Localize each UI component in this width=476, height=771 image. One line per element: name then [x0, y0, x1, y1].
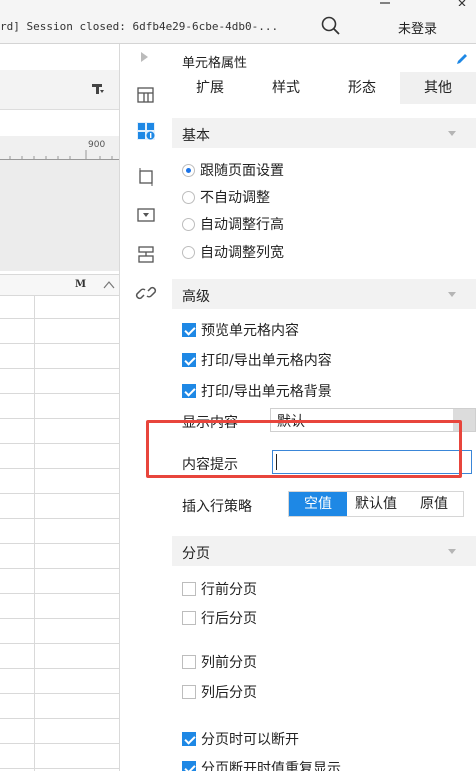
checkbox[interactable]: [182, 685, 196, 699]
check-print-cell-background[interactable]: 打印/导出单元格背景: [182, 381, 332, 401]
checkbox-label: 列后分页: [201, 685, 257, 701]
cell-grid[interactable]: [0, 296, 120, 771]
ruler-ticks: [0, 150, 119, 160]
check-repeat-value-on-break[interactable]: 分页断开时值重复显示: [182, 758, 341, 771]
cell-element-icon[interactable]: [135, 84, 157, 106]
tooltip-label: 内容提示: [182, 457, 238, 473]
insert-policy-empty[interactable]: 空值: [289, 492, 347, 516]
cell-attributes-icon[interactable]: [135, 120, 157, 142]
minimize-icon[interactable]: [378, 0, 392, 6]
checkbox[interactable]: [182, 582, 196, 596]
condition-attributes-icon[interactable]: [135, 244, 157, 266]
session-status-text: rd] Session closed: 6dfb4e29-6cbe-4db0-.…: [0, 20, 279, 33]
checkbox-label: 打印/导出单元格内容: [201, 353, 332, 369]
checkbox-label: 分页时可以断开: [201, 732, 299, 748]
dropdown-widget-icon[interactable]: [135, 204, 157, 226]
checkbox-label: 列前分页: [201, 655, 257, 671]
radio-indicator[interactable]: [182, 246, 195, 259]
search-icon[interactable]: [320, 15, 342, 37]
radio-no-auto-adjust[interactable]: 不自动调整: [182, 187, 270, 207]
display-content-label: 显示内容: [182, 415, 238, 431]
check-preview-cell-content[interactable]: 预览单元格内容: [182, 320, 299, 340]
section-advanced-label: 高级: [182, 289, 210, 305]
column-header: M: [0, 274, 119, 296]
tab-style[interactable]: 样式: [248, 72, 324, 104]
section-basic-header[interactable]: 基本: [172, 118, 476, 148]
sheet-area: 900 M: [0, 44, 120, 771]
checkbox[interactable]: [182, 353, 196, 367]
check-page-break-before-row[interactable]: 行前分页: [182, 579, 257, 599]
panel-tabs: 扩展 样式 形态 其他: [172, 72, 476, 104]
check-allow-break-on-page[interactable]: 分页时可以断开: [182, 729, 299, 749]
tab-form[interactable]: 形态: [324, 72, 400, 104]
radio-indicator[interactable]: [182, 164, 195, 177]
tooltip-input[interactable]: [272, 450, 472, 474]
checkbox-label: 行后分页: [201, 611, 257, 627]
section-basic-label: 基本: [182, 128, 210, 144]
insert-policy-default[interactable]: 默认值: [347, 492, 405, 516]
checkbox[interactable]: [182, 611, 196, 625]
chevron-down-icon: [448, 131, 456, 136]
radio-label: 自动调整列宽: [200, 245, 284, 261]
display-content-select[interactable]: 默认: [270, 408, 476, 432]
radio-indicator[interactable]: [182, 218, 195, 231]
cell-properties-panel: 单元格属性 扩展 样式 形态 其他 基本 跟随页面设置 不自动调整 自动调整行高…: [172, 44, 476, 771]
checkbox-label: 分页断开时值重复显示: [201, 761, 341, 771]
section-paging-header[interactable]: 分页: [172, 536, 476, 566]
radio-label: 自动调整行高: [200, 217, 284, 233]
hyperlink-icon[interactable]: [135, 282, 157, 304]
tab-extend[interactable]: 扩展: [172, 72, 248, 104]
title-bar: rd] Session closed: 6dfb4e29-6cbe-4db0-.…: [0, 0, 476, 44]
ruler-number: 900: [88, 140, 106, 150]
display-content-value: 默认: [277, 414, 305, 430]
checkbox[interactable]: [182, 732, 196, 746]
checkbox-label: 行前分页: [201, 582, 257, 598]
text-cursor: [276, 454, 277, 470]
checkbox[interactable]: [182, 655, 196, 669]
login-status-label[interactable]: 未登录: [398, 18, 437, 37]
check-print-cell-content[interactable]: 打印/导出单元格内容: [182, 350, 332, 370]
ruler-area: 900: [0, 136, 119, 271]
panel-icon-strip: [120, 44, 172, 771]
format-painter-icon[interactable]: [92, 84, 104, 94]
insert-policy-original[interactable]: 原值: [405, 492, 463, 516]
ruler: 900: [0, 136, 119, 160]
radio-indicator[interactable]: [182, 191, 195, 204]
checkbox[interactable]: [182, 761, 196, 771]
chevron-down-icon: [448, 549, 456, 554]
checkbox[interactable]: [182, 323, 196, 337]
radio-follow-page[interactable]: 跟随页面设置: [182, 160, 284, 180]
widget-frame-icon[interactable]: [135, 166, 157, 188]
radio-label: 跟随页面设置: [200, 163, 284, 179]
radio-auto-row-height[interactable]: 自动调整行高: [182, 214, 284, 234]
check-page-break-before-column[interactable]: 列前分页: [182, 652, 257, 672]
checkbox-label: 打印/导出单元格背景: [201, 384, 332, 400]
section-advanced-header[interactable]: 高级: [172, 279, 476, 309]
section-paging-label: 分页: [182, 546, 210, 562]
edit-icon[interactable]: [455, 52, 469, 66]
radio-label: 不自动调整: [200, 190, 270, 206]
expand-panel-icon[interactable]: [139, 50, 151, 64]
sheet-toolbar: [0, 70, 119, 110]
chevron-down-icon: [448, 292, 456, 297]
insert-policy-label: 插入行策略: [182, 499, 252, 515]
dropdown-arrow-icon[interactable]: [453, 409, 475, 431]
collapse-icon[interactable]: [103, 280, 115, 290]
checkbox[interactable]: [182, 384, 196, 398]
tab-other[interactable]: 其他: [400, 72, 476, 104]
check-page-break-after-column[interactable]: 列后分页: [182, 682, 257, 702]
panel-title: 单元格属性: [182, 56, 248, 71]
radio-auto-column-width[interactable]: 自动调整列宽: [182, 242, 284, 262]
check-page-break-after-row[interactable]: 行后分页: [182, 608, 257, 628]
column-label[interactable]: M: [75, 279, 86, 290]
checkbox-label: 预览单元格内容: [201, 323, 299, 339]
insert-policy-segmented[interactable]: 空值 默认值 原值: [288, 491, 464, 517]
close-icon[interactable]: [456, 0, 470, 6]
